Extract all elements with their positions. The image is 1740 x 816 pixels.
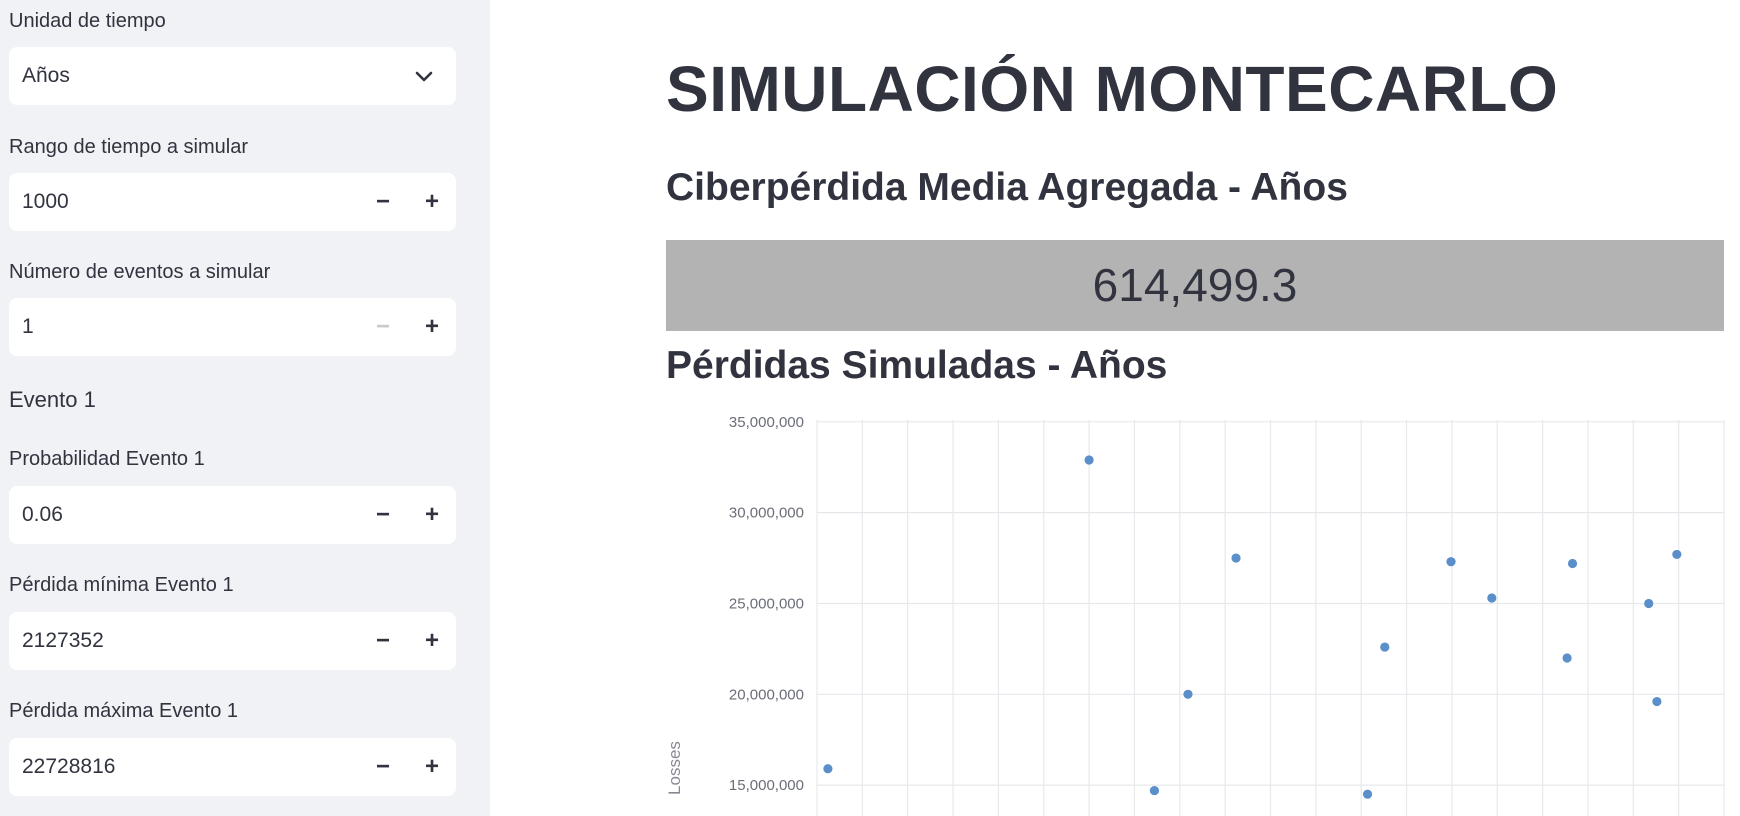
data-point (1084, 455, 1094, 465)
time-range-increment-button[interactable]: + (412, 182, 452, 222)
data-point (1487, 593, 1497, 603)
data-point (1562, 653, 1572, 663)
min-loss-label: Pérdida mínima Evento 1 (9, 574, 234, 596)
max-loss-label: Pérdida máxima Evento 1 (9, 700, 239, 722)
min-loss-value: 2127352 (22, 629, 104, 652)
metric-box: 614,499.3 (666, 240, 1724, 331)
data-point (1183, 689, 1193, 699)
y-tick-label: 25,000,000 (729, 595, 804, 612)
chevron-down-icon (415, 71, 433, 82)
data-point (1567, 558, 1578, 569)
data-point (823, 764, 833, 774)
num-events-value: 1 (22, 315, 34, 338)
num-events-increment-button[interactable]: + (412, 307, 452, 347)
data-point (1672, 549, 1682, 560)
time-unit-value: Años (22, 64, 70, 87)
y-tick-label: 20,000,000 (729, 686, 804, 703)
time-range-value: 1000 (22, 190, 69, 213)
y-axis-label: Losses (665, 741, 684, 795)
y-tick-label: 35,000,000 (729, 414, 804, 431)
time-range-label: Rango de tiempo a simular (9, 136, 249, 158)
sidebar: Unidad de tiempo Años Rango de tiempo a … (0, 0, 490, 816)
min-loss-increment-button[interactable]: + (412, 621, 452, 661)
y-tick-label: 30,000,000 (729, 505, 804, 522)
time-unit-select[interactable]: Años (9, 47, 456, 105)
min-loss-decrement-button[interactable]: − (363, 621, 403, 661)
min-loss-input[interactable]: 2127352 − + (9, 612, 456, 670)
num-events-decrement-button[interactable]: − (363, 307, 403, 347)
metric-value: 614,499.3 (1092, 259, 1298, 311)
metric-heading: Ciberpérdida Media Agregada - Años (666, 166, 1348, 209)
probability-value: 0.06 (22, 503, 63, 526)
time-range-input[interactable]: 1000 − + (9, 173, 456, 231)
page-title: SIMULACIÓN MONTECARLO (666, 53, 1559, 125)
max-loss-value: 22728816 (22, 755, 116, 778)
data-point (1231, 553, 1241, 563)
data-point (1380, 642, 1390, 652)
y-tick-label: 15,000,000 (729, 777, 804, 794)
event-1-heading: Evento 1 (9, 387, 96, 412)
chart-points (823, 455, 1682, 799)
num-events-label: Número de eventos a simular (9, 261, 271, 283)
probability-decrement-button[interactable]: − (363, 495, 403, 535)
y-axis-ticks: 15,000,000 20,000,000 25,000,000 30,000,000… (729, 414, 804, 794)
chart-heading: Pérdidas Simuladas - Años (666, 344, 1168, 387)
max-loss-increment-button[interactable]: + (412, 747, 452, 787)
data-point (1149, 785, 1160, 796)
data-point (1644, 598, 1654, 609)
time-range-decrement-button[interactable]: − (363, 182, 403, 222)
data-point (1652, 696, 1662, 707)
time-unit-label: Unidad de tiempo (9, 10, 166, 32)
max-loss-decrement-button[interactable]: − (363, 747, 403, 787)
num-events-input[interactable]: 1 − + (9, 298, 456, 356)
probability-input[interactable]: 0.06 − + (9, 486, 456, 544)
max-loss-input[interactable]: 22728816 − + (9, 738, 456, 796)
data-point (1446, 557, 1456, 567)
chart-grid (816, 420, 1725, 816)
data-point (1362, 789, 1373, 799)
scatter-chart: 15,000,000 20,000,000 25,000,000 30,000,000… (665, 414, 1725, 816)
probability-label: Probabilidad Evento 1 (9, 448, 205, 470)
probability-increment-button[interactable]: + (412, 495, 452, 535)
